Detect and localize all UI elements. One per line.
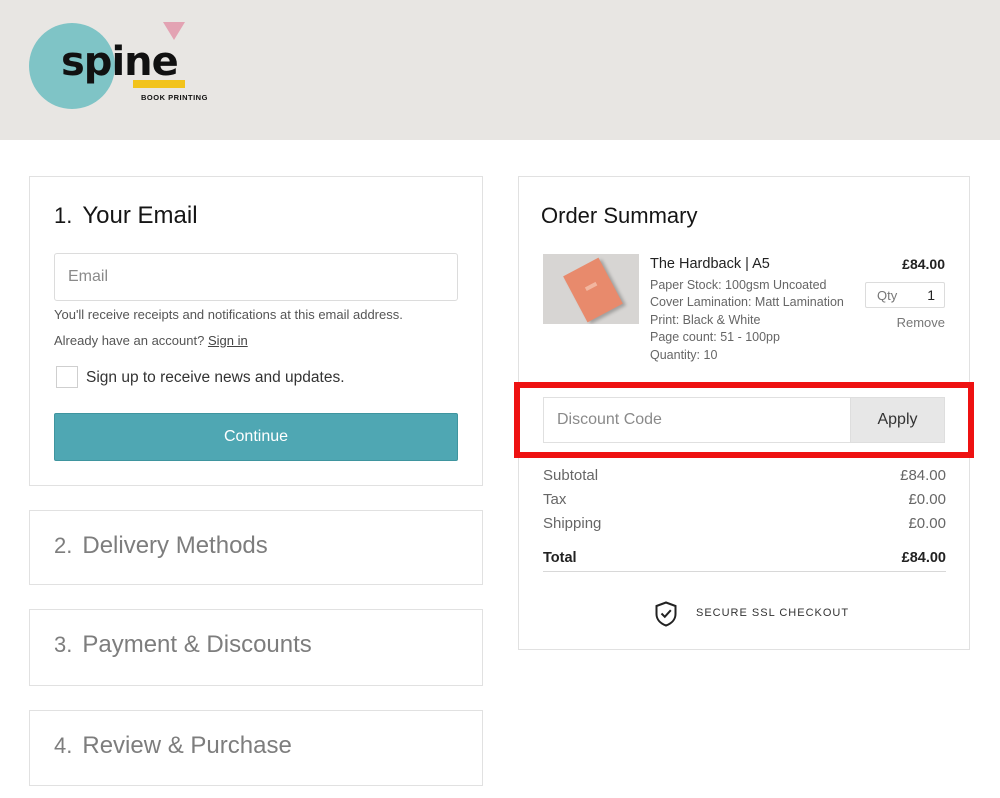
step-3-title: 3. Payment & Discounts	[54, 631, 312, 659]
email-input[interactable]	[54, 253, 458, 301]
newsletter-label[interactable]: Sign up to receive news and updates.	[86, 369, 345, 387]
logo-wordmark: spine	[61, 39, 179, 85]
total-divider	[543, 571, 946, 572]
newsletter-checkbox[interactable]	[56, 366, 78, 388]
remove-item-link[interactable]: Remove	[897, 315, 945, 330]
logo-triangle-shape	[163, 22, 185, 40]
step-number: 3.	[54, 632, 73, 657]
payment-step-card[interactable]: 3. Payment & Discounts	[29, 609, 483, 686]
email-step-card: 1. Your Email You'll receive receipts and…	[29, 176, 483, 486]
product-thumbnail	[543, 254, 639, 324]
product-detail-line: Cover Lamination: Matt Lamination	[650, 295, 844, 310]
quantity-label: Qty	[877, 288, 898, 303]
subtotal-value: £84.00	[900, 467, 946, 484]
sign-in-link[interactable]: Sign in	[208, 333, 248, 348]
product-detail-line: Page count: 51 - 100pp	[650, 330, 780, 345]
step-2-title: 2. Delivery Methods	[54, 532, 268, 560]
step-label: Delivery Methods	[82, 532, 268, 559]
step-label: Review & Purchase	[82, 732, 292, 759]
continue-button[interactable]: Continue	[54, 413, 458, 461]
quantity-field[interactable]: Qty 1	[865, 282, 945, 308]
shipping-value: £0.00	[908, 515, 946, 532]
step-1-title: 1. Your Email	[54, 202, 198, 230]
shield-check-icon	[655, 601, 677, 627]
account-prompt-text: Already have an account?	[54, 333, 205, 348]
step-label: Payment & Discounts	[82, 631, 312, 658]
logo-subtitle: BOOK PRINTING	[141, 93, 208, 102]
email-helper-text: You'll receive receipts and notification…	[54, 307, 403, 322]
quantity-value[interactable]: 1	[927, 287, 935, 303]
review-step-card[interactable]: 4. Review & Purchase	[29, 710, 483, 786]
order-summary-title: Order Summary	[541, 203, 698, 228]
tax-label: Tax	[543, 491, 567, 508]
step-number: 1.	[54, 203, 73, 228]
header-bar: spine BOOK PRINTING	[0, 0, 1000, 140]
secure-checkout-text: SECURE SSL CHECKOUT	[696, 607, 850, 619]
book-image	[563, 257, 623, 323]
step-number: 2.	[54, 533, 73, 558]
shipping-label: Shipping	[543, 515, 602, 532]
total-value: £84.00	[901, 550, 946, 566]
product-detail-line: Quantity: 10	[650, 347, 718, 362]
total-label: Total	[543, 550, 577, 566]
product-detail-line: Paper Stock: 100gsm Uncoated	[650, 278, 827, 292]
product-details: Paper Stock: 100gsm Uncoated Cover Lamin…	[650, 277, 850, 364]
account-prompt: Already have an account? Sign in	[54, 333, 248, 348]
tax-value: £0.00	[908, 491, 946, 508]
product-name: The Hardback | A5	[650, 256, 770, 272]
step-number: 4.	[54, 733, 73, 758]
step-4-title: 4. Review & Purchase	[54, 732, 292, 760]
subtotal-label: Subtotal	[543, 467, 599, 484]
step-label: Your Email	[82, 202, 198, 229]
product-detail-line: Print: Black & White	[650, 312, 761, 327]
discount-highlight-box	[514, 382, 974, 458]
delivery-step-card[interactable]: 2. Delivery Methods	[29, 510, 483, 585]
spine-logo[interactable]: spine BOOK PRINTING	[29, 18, 207, 118]
product-price: £84.00	[902, 256, 945, 272]
